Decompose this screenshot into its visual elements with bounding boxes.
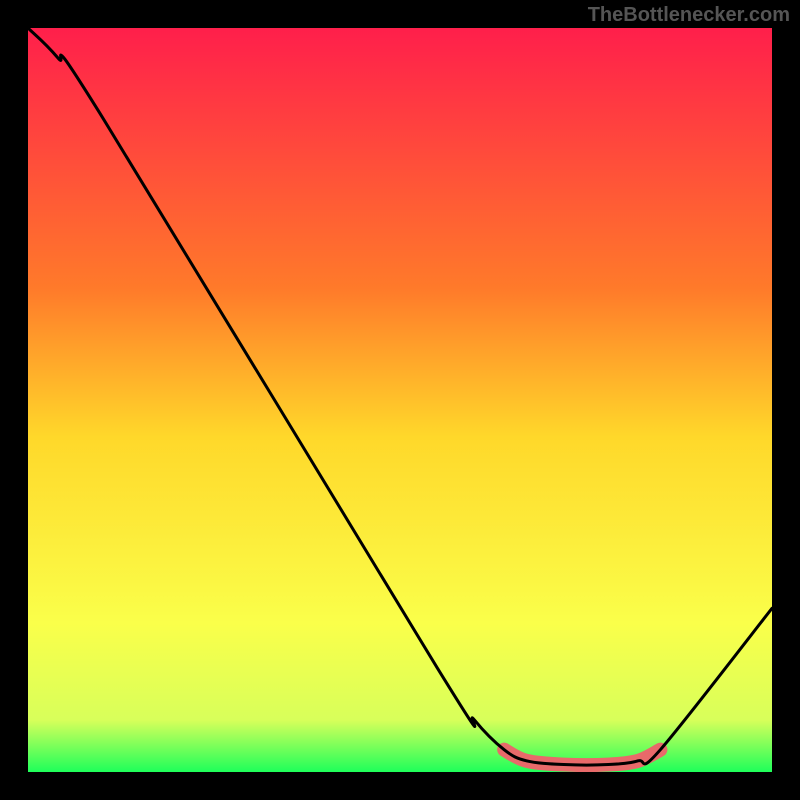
watermark-text: TheBottlenecker.com: [588, 4, 790, 27]
chart-background: [28, 28, 772, 772]
bottleneck-chart: [28, 28, 772, 772]
chart-svg: [28, 28, 772, 772]
